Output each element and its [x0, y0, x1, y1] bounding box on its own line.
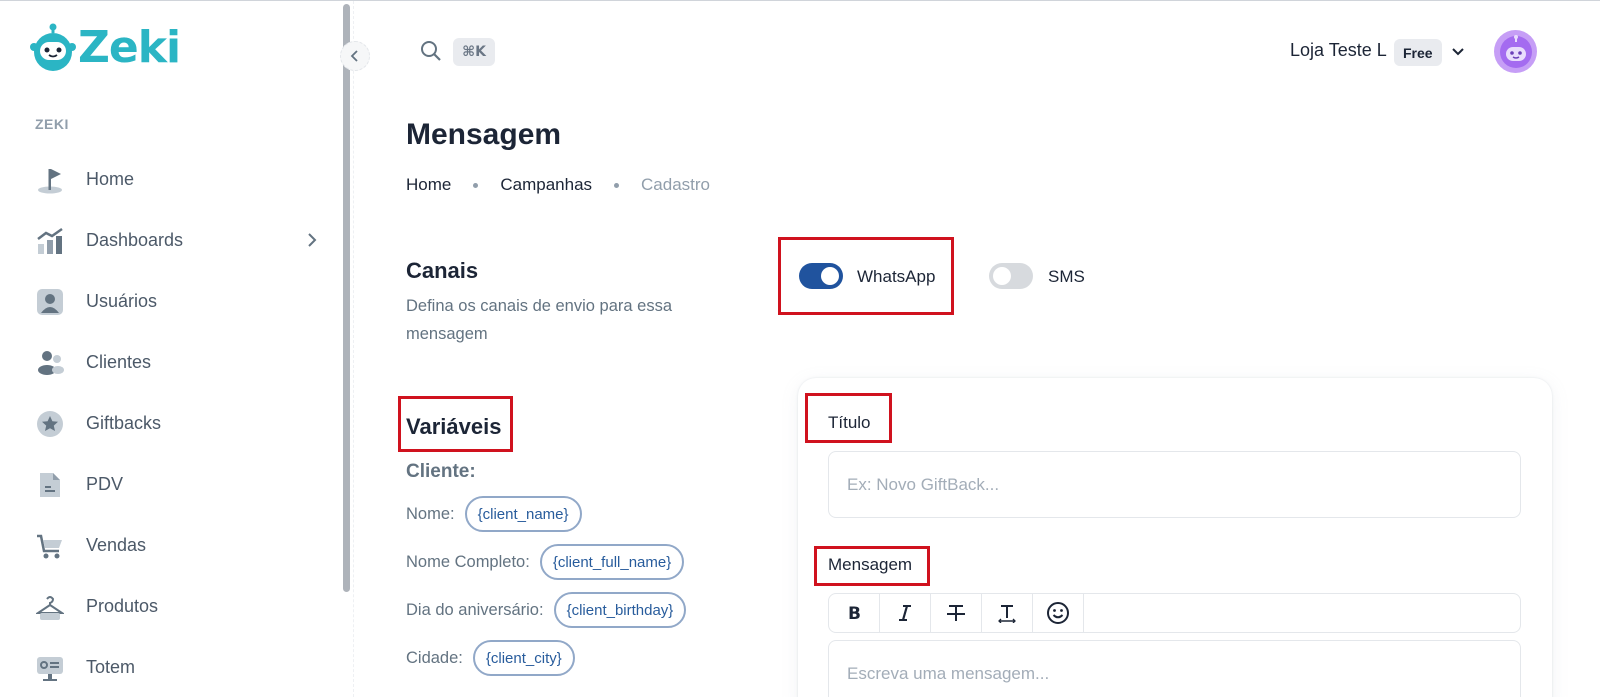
variable-chip-client-full-name[interactable]: {client_full_name} [539, 544, 685, 580]
collapse-sidebar-button[interactable] [340, 41, 370, 71]
sidebar-item-label: Dashboards [86, 230, 184, 250]
logo[interactable]: Zeki [30, 22, 181, 73]
whatsapp-label: WhatsApp [857, 267, 936, 286]
variable-chip-client-name[interactable]: {client_name} [464, 496, 582, 532]
canais-title: Canais [406, 258, 479, 283]
variable-row: Dia do aniversário: {client_birthday} [406, 592, 687, 628]
sidebar-item-vendas[interactable]: Vendas [0, 515, 340, 576]
bold-button[interactable]: B [829, 594, 880, 632]
whatsapp-toggle[interactable] [799, 263, 843, 289]
chevron-left-icon [350, 50, 358, 62]
sidebar-item-label: Usuários [86, 291, 158, 311]
breadcrumb-separator [614, 182, 620, 188]
mensagem-label: Mensagem [828, 555, 913, 574]
logo-text: Zeki [78, 22, 181, 73]
breadcrumb-separator [473, 182, 479, 188]
variable-name: Nome: [406, 504, 455, 523]
clear-format-button[interactable] [982, 594, 1033, 632]
sidebar-item-usuarios[interactable]: Usuários [0, 271, 340, 332]
sidebar-item-clientes[interactable]: Clientes [0, 332, 340, 393]
plan-badge: Free [1394, 39, 1442, 66]
robot-avatar-icon [1499, 34, 1532, 68]
sidebar-item-pdv[interactable]: PDV [0, 454, 340, 515]
variable-row: Cidade: {client_city} [406, 640, 575, 676]
sidebar-item-label: Clientes [86, 352, 152, 372]
variable-row: Nome Completo: {client_full_name} [406, 544, 685, 580]
cart-icon [36, 532, 64, 560]
italic-button[interactable] [880, 594, 931, 632]
editor-placeholder: Escreva uma mensagem... [847, 664, 1050, 683]
editor-toolbar: B [828, 593, 1521, 633]
toggle-knob [821, 267, 839, 285]
sidebar-item-label: Totem [86, 657, 136, 677]
sidebar-scrollbar[interactable] [343, 4, 350, 592]
robot-logo-icon [30, 23, 76, 73]
variable-name: Nome Completo: [406, 552, 530, 571]
clear-format-icon [998, 605, 1016, 623]
variable-row: Nome: {client_name} [406, 496, 582, 532]
sidebar-nav: Home Dashboards Usuários Clientes Giftba… [0, 149, 340, 697]
breadcrumb-cadastro: Cadastro [641, 175, 711, 194]
strikethrough-button[interactable] [931, 594, 982, 632]
titulo-label: Título [828, 413, 871, 432]
emoji-icon [1047, 602, 1069, 624]
strikethrough-icon [947, 605, 965, 621]
variable-name: Dia do aniversário: [406, 600, 544, 619]
chart-icon [36, 227, 64, 255]
variable-chip-client-birthday[interactable]: {client_birthday} [553, 592, 687, 628]
sms-label: SMS [1048, 267, 1085, 286]
message-editor[interactable]: Escreva uma mensagem... [828, 640, 1521, 697]
sidebar-item-giftbacks[interactable]: Giftbacks [0, 393, 340, 454]
user-card-icon [36, 288, 64, 316]
canais-description: Defina os canais de envio para essa mens… [406, 297, 672, 343]
svg-text:B: B [848, 604, 861, 622]
sidebar-item-produtos[interactable]: Produtos [0, 576, 340, 637]
cliente-group-label: Cliente: [406, 461, 476, 482]
chevron-down-icon[interactable] [1451, 44, 1465, 62]
document-icon [36, 471, 64, 499]
titulo-input[interactable] [828, 451, 1521, 518]
page-title: Mensagem [406, 118, 562, 151]
search-icon[interactable] [419, 39, 443, 68]
emoji-button[interactable] [1033, 594, 1084, 632]
flag-icon [36, 166, 64, 194]
variaveis-title: Variáveis [406, 414, 502, 439]
sidebar-item-home[interactable]: Home [0, 149, 340, 210]
avatar[interactable] [1494, 30, 1537, 73]
sidebar: Zeki ZEKI Home Dashboards Usuários Clien… [0, 1, 354, 697]
sidebar-item-totem[interactable]: Totem [0, 637, 340, 697]
store-name[interactable]: Loja Teste L [1290, 40, 1387, 61]
kiosk-icon [36, 654, 64, 682]
logo-wordmark: Zeki [78, 22, 181, 73]
star-icon [36, 410, 64, 438]
sidebar-item-label: Produtos [86, 596, 159, 616]
breadcrumb-home[interactable]: Home [406, 175, 451, 195]
breadcrumb-campanhas[interactable]: Campanhas [500, 175, 592, 195]
sidebar-item-label: PDV [86, 474, 124, 494]
bold-icon: B [848, 604, 861, 622]
variable-chip-client-city[interactable]: {client_city} [472, 640, 575, 676]
sidebar-item-label: Home [86, 169, 135, 189]
users-icon [36, 349, 64, 377]
toggle-knob [993, 267, 1011, 285]
sidebar-item-dashboards[interactable]: Dashboards [0, 210, 340, 271]
sms-toggle[interactable] [989, 263, 1033, 289]
sidebar-item-label: Giftbacks [86, 413, 162, 433]
italic-icon [899, 605, 911, 621]
search-shortcut-badge: ⌘K [453, 38, 495, 66]
chevron-right-icon [306, 232, 318, 253]
breadcrumb: Home Campanhas Cadastro [406, 175, 710, 195]
sidebar-item-label: Vendas [86, 535, 147, 555]
sidebar-section-label: ZEKI [35, 116, 69, 132]
variable-name: Cidade: [406, 648, 463, 667]
hanger-icon [36, 593, 64, 621]
